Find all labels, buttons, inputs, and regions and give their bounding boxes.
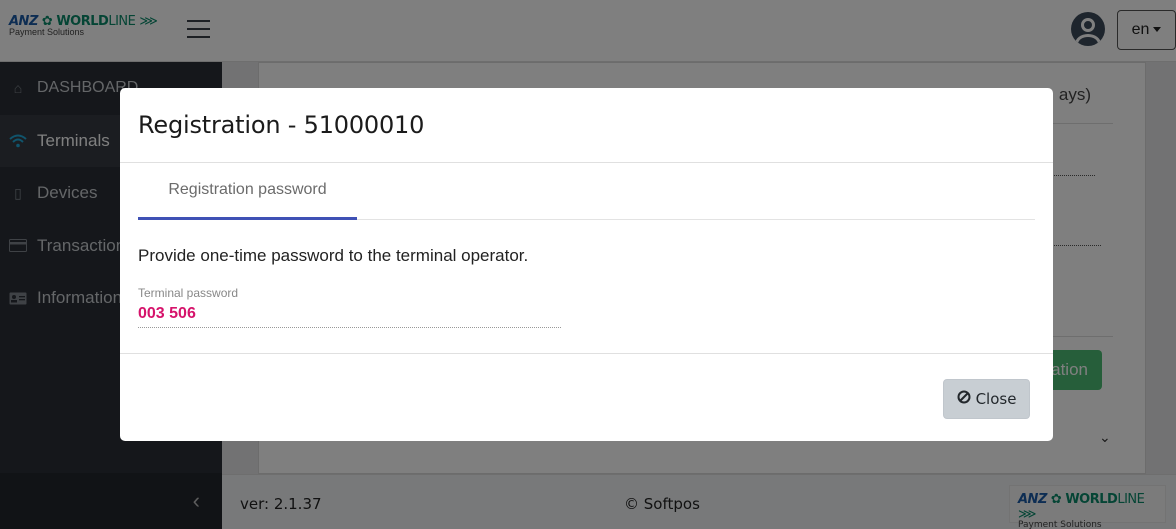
modal-body: Registration password Provide one-time p… — [120, 163, 1053, 354]
modal-title: Registration - 51000010 — [138, 111, 425, 139]
close-button[interactable]: Close — [943, 379, 1030, 419]
modal-footer: Close — [120, 354, 1053, 440]
tab-registration-password[interactable]: Registration password — [138, 163, 357, 220]
modal-tabs: Registration password — [138, 163, 1035, 220]
terminal-password-field: Terminal password 003 506 — [138, 286, 561, 328]
ban-icon — [957, 390, 971, 408]
instruction-text: Provide one-time password to the termina… — [138, 246, 529, 265]
registration-modal: Registration - 51000010 Registration pas… — [120, 88, 1053, 441]
terminal-password-value[interactable]: 003 506 — [138, 305, 561, 328]
modal-header: Registration - 51000010 — [120, 88, 1053, 163]
field-label: Terminal password — [138, 286, 239, 300]
